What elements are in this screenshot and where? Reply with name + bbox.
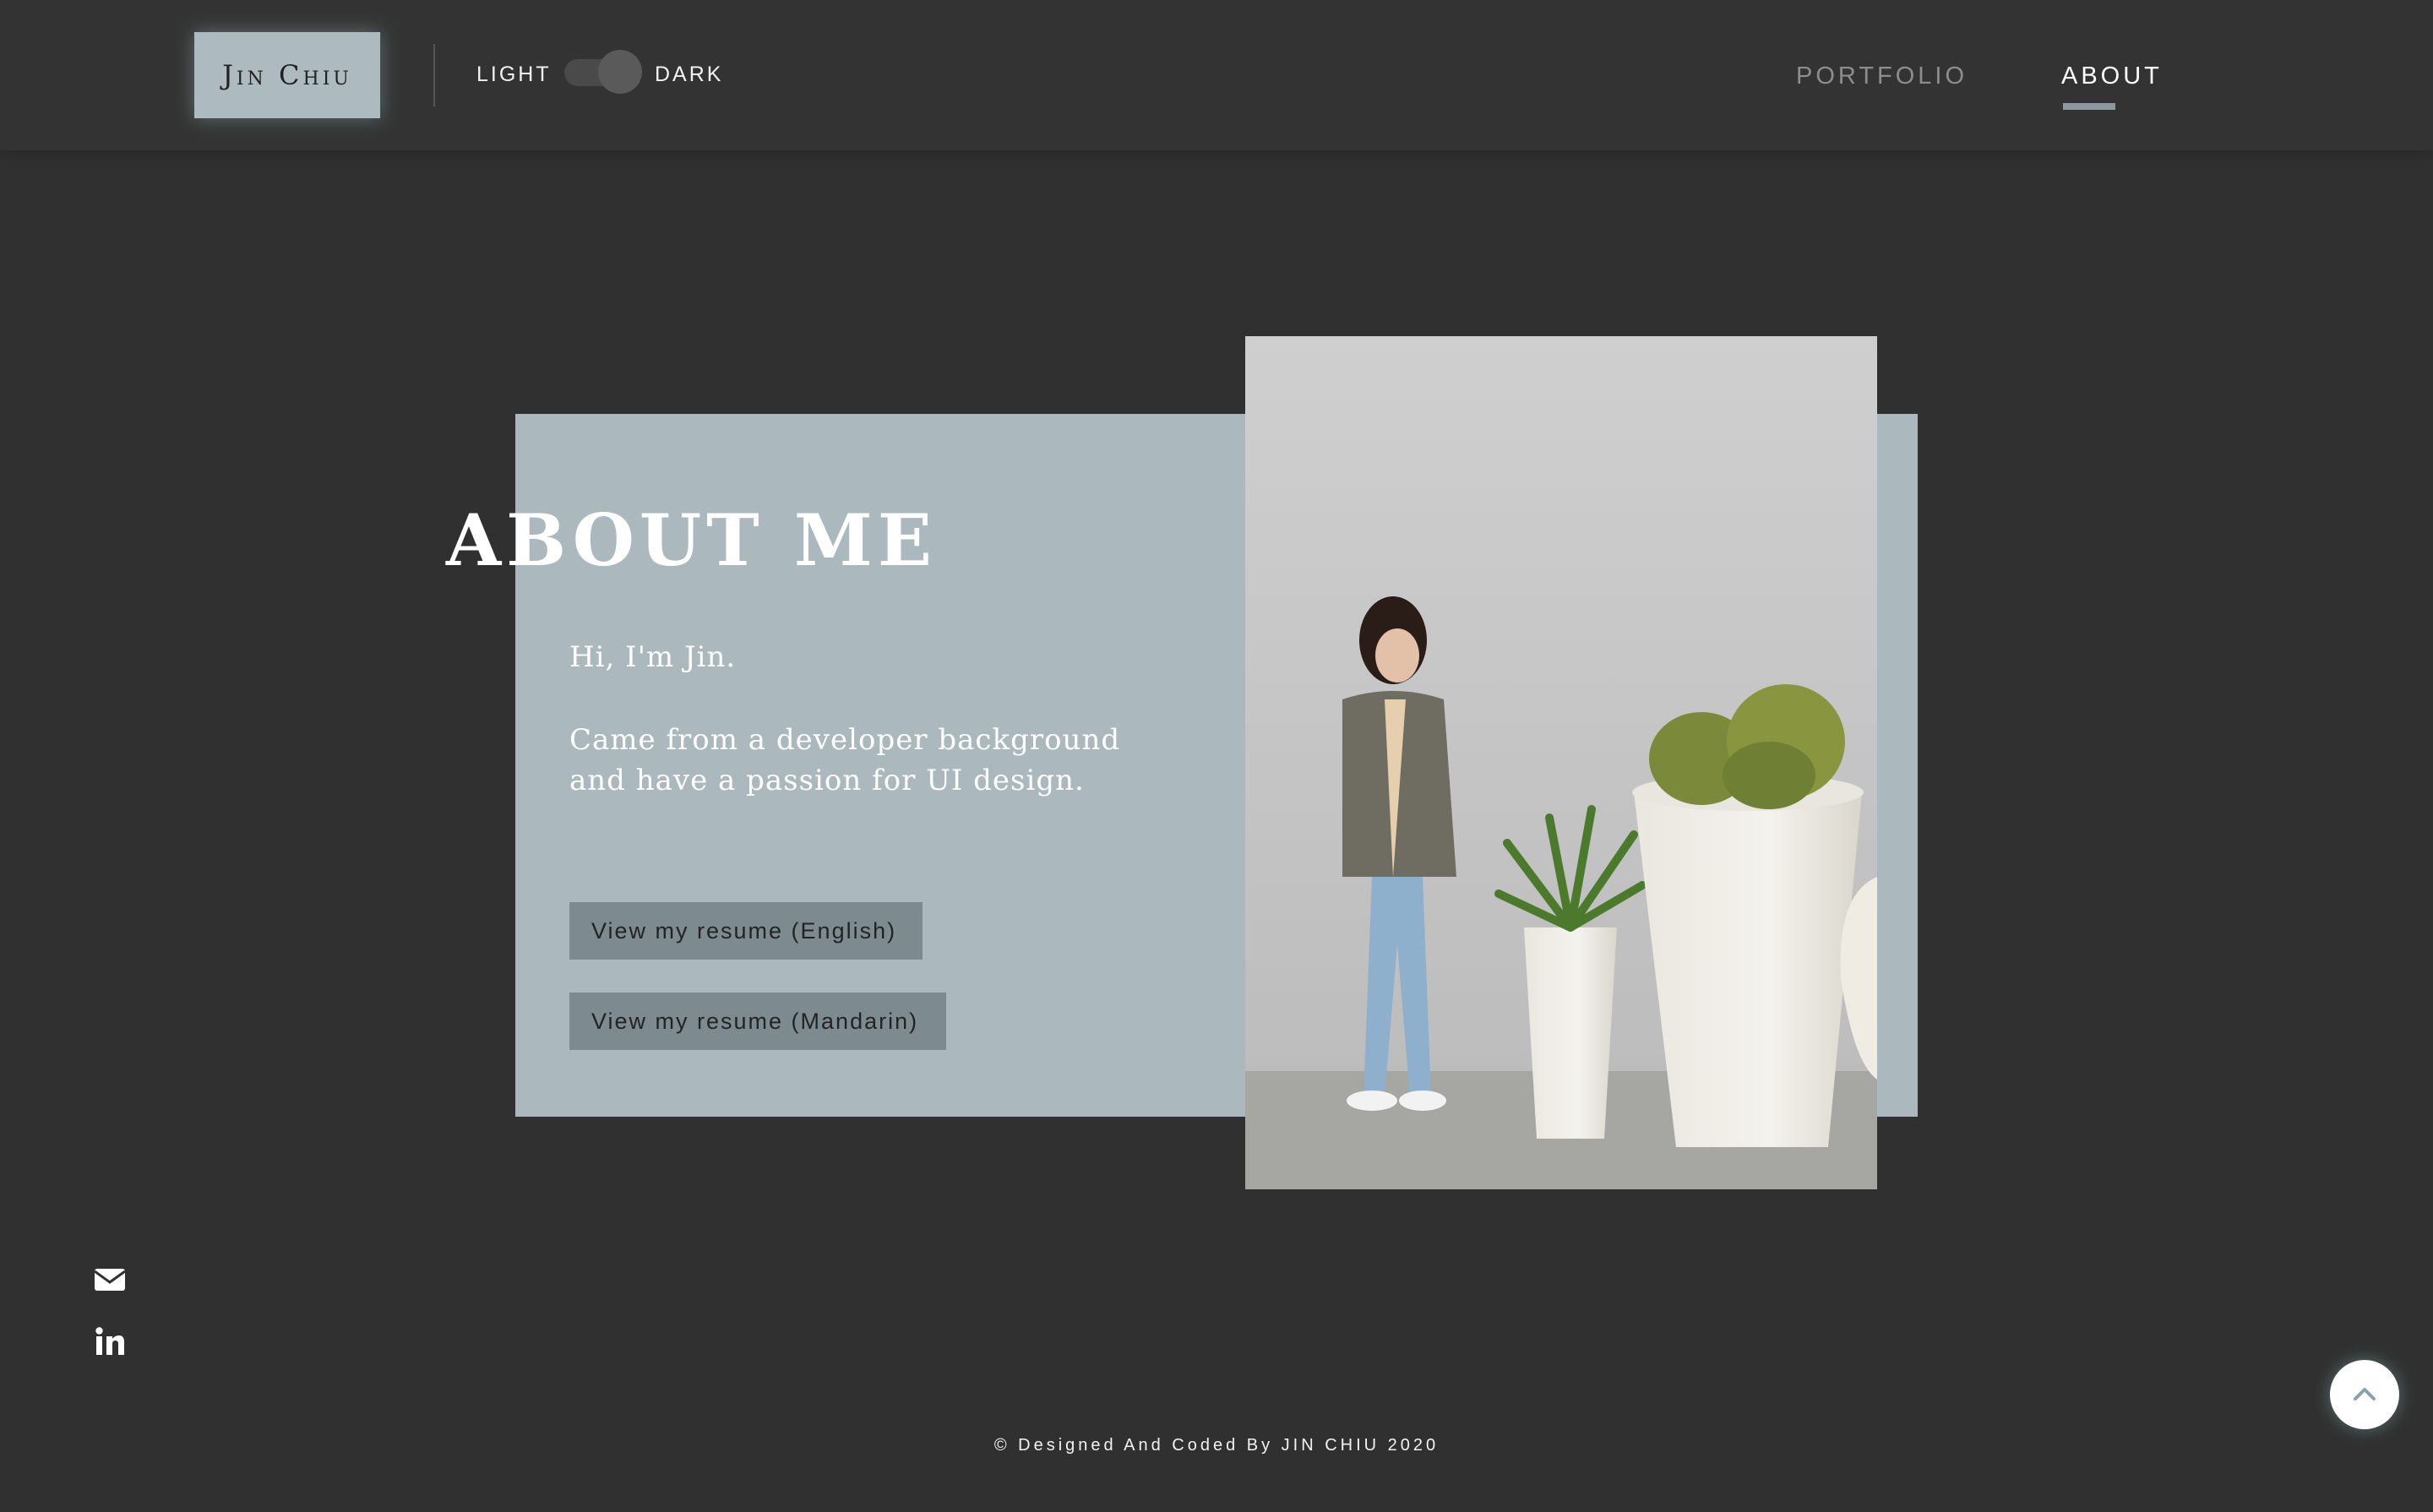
footer-copyright: © Designed And Coded By JIN CHIU 2020 <box>993 1436 1440 1455</box>
linkedin-icon[interactable] <box>93 1324 127 1358</box>
nav-about-link[interactable]: ABOUT <box>2061 63 2163 90</box>
logo-button[interactable]: Jin Chiu <box>194 32 380 118</box>
theme-toggle-knob[interactable] <box>598 50 642 94</box>
site-header: Jin Chiu LIGHT DARK PORTFOLIO ABOUT <box>0 0 2433 150</box>
nav-active-underline <box>2063 103 2115 110</box>
resume-english-button[interactable]: View my resume (English) <box>569 902 923 960</box>
about-title: ABOUT ME <box>446 498 937 582</box>
theme-light-label: LIGHT <box>476 63 552 86</box>
envelope-icon[interactable] <box>93 1262 127 1296</box>
resume-mandarin-button[interactable]: View my resume (Mandarin) <box>569 993 946 1050</box>
nav-portfolio-link[interactable]: PORTFOLIO <box>1796 63 1968 90</box>
header-divider <box>433 44 435 106</box>
profile-photo <box>1245 336 1877 1189</box>
chevron-up-icon <box>2354 1388 2376 1401</box>
about-bio: Came from a developer background and hav… <box>569 723 1121 797</box>
theme-dark-label: DARK <box>655 63 724 86</box>
about-greeting: Hi, I'm Jin. <box>569 640 737 674</box>
scroll-top-button[interactable] <box>2330 1360 2399 1429</box>
profile-photo-illustration <box>1245 336 1877 1189</box>
